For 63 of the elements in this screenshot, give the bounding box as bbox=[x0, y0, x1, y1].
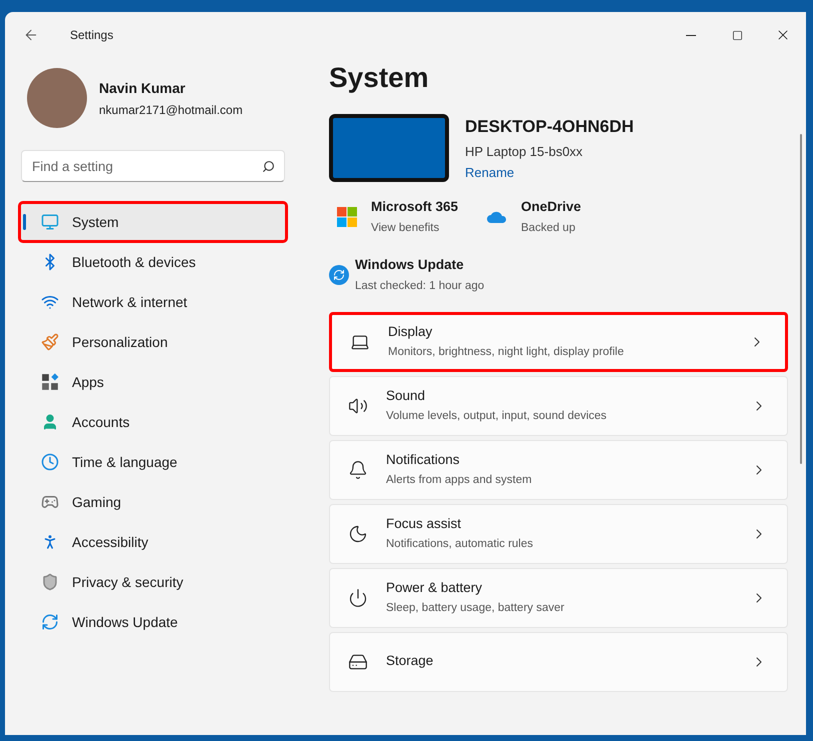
card-title: Power & battery bbox=[386, 578, 484, 597]
sidebar-item[interactable]: Privacy & security bbox=[19, 562, 287, 602]
tile-title[interactable]: Microsoft 365 bbox=[371, 196, 458, 217]
shield-icon bbox=[41, 573, 59, 591]
four-squares-logo-icon bbox=[337, 206, 357, 227]
sidebar-item[interactable]: Gaming bbox=[19, 482, 287, 522]
sidebar-item[interactable]: Network & internet bbox=[19, 282, 287, 322]
scrollbar[interactable] bbox=[800, 134, 802, 464]
card-subtitle: Notifications, automatic rules bbox=[386, 537, 534, 552]
speaker-icon bbox=[348, 396, 368, 416]
selection-indicator bbox=[23, 214, 26, 230]
sidebar-item[interactable]: Personalization bbox=[19, 322, 287, 362]
bell-icon bbox=[348, 460, 368, 480]
sidebar-item[interactable]: Accessibility bbox=[19, 522, 287, 562]
brush-icon bbox=[41, 333, 59, 351]
monitor-icon bbox=[41, 213, 59, 231]
settings-card[interactable]: Notifications Alerts from apps and system bbox=[329, 440, 788, 500]
card-subtitle: Alerts from apps and system bbox=[386, 473, 533, 488]
tile-subtitle: View benefits bbox=[371, 220, 440, 236]
card-title: Display bbox=[388, 322, 434, 341]
card-title: Storage bbox=[386, 652, 434, 670]
user-name: Navin Kumar bbox=[99, 78, 186, 98]
card-title: Notifications bbox=[386, 450, 461, 469]
tile-subtitle: Backed up bbox=[521, 220, 576, 236]
update-icon bbox=[41, 613, 59, 631]
sidebar-item[interactable]: Windows Update bbox=[19, 602, 287, 642]
user-email: nkumar2171@hotmail.com bbox=[99, 102, 243, 118]
tile-title[interactable]: OneDrive bbox=[521, 196, 582, 217]
sidebar-item[interactable]: Apps bbox=[19, 362, 287, 402]
update-icon bbox=[329, 265, 349, 286]
search-icon bbox=[262, 160, 275, 173]
device-name: DESKTOP-4OHN6DH bbox=[465, 116, 634, 138]
card-title: Sound bbox=[386, 386, 426, 405]
sidebar-item[interactable]: Time & language bbox=[19, 442, 287, 482]
clock-icon bbox=[41, 453, 59, 471]
power-icon bbox=[348, 588, 368, 608]
tile-subtitle: Last checked: 1 hour ago bbox=[355, 279, 484, 294]
card-subtitle: Sleep, battery usage, battery saver bbox=[386, 601, 566, 616]
settings-card[interactable]: Storage bbox=[329, 632, 788, 692]
settings-card[interactable]: Focus assist Notifications, automatic rules bbox=[329, 504, 788, 564]
sidebar-item[interactable]: Accounts bbox=[19, 402, 287, 442]
sidebar-item[interactable]: System bbox=[19, 202, 287, 242]
sidebar-item[interactable]: Bluetooth & devices bbox=[19, 242, 287, 282]
maximize-icon bbox=[732, 30, 742, 40]
card-title: Focus assist bbox=[386, 514, 462, 533]
search-field[interactable]: Find a setting bbox=[21, 150, 285, 182]
wifi-icon bbox=[41, 293, 59, 311]
card-subtitle: Monitors, brightness, night light, display profile bbox=[388, 345, 625, 360]
card-subtitle: Volume levels, output, input, sound devices bbox=[386, 409, 608, 424]
gamepad-icon bbox=[41, 493, 59, 511]
window-title: Settings bbox=[70, 27, 114, 44]
rename-link[interactable]: Rename bbox=[465, 163, 634, 182]
settings-card[interactable]: Display Monitors, brightness, night light, display profile bbox=[329, 312, 788, 372]
person-icon bbox=[41, 413, 59, 431]
settings-card[interactable]: Power & battery Sleep, battery usage, battery saver bbox=[329, 568, 788, 628]
tile-title[interactable]: Windows Update bbox=[355, 255, 484, 276]
minimize-icon bbox=[686, 34, 696, 36]
page-title: System bbox=[329, 61, 430, 95]
apps-icon bbox=[41, 373, 59, 391]
device-model: HP Laptop 15-bs0xx bbox=[465, 142, 584, 161]
cloud-icon bbox=[486, 210, 508, 224]
moon-icon bbox=[348, 524, 368, 544]
settings-card[interactable]: Sound Volume levels, output, input, sound devices bbox=[329, 376, 788, 436]
